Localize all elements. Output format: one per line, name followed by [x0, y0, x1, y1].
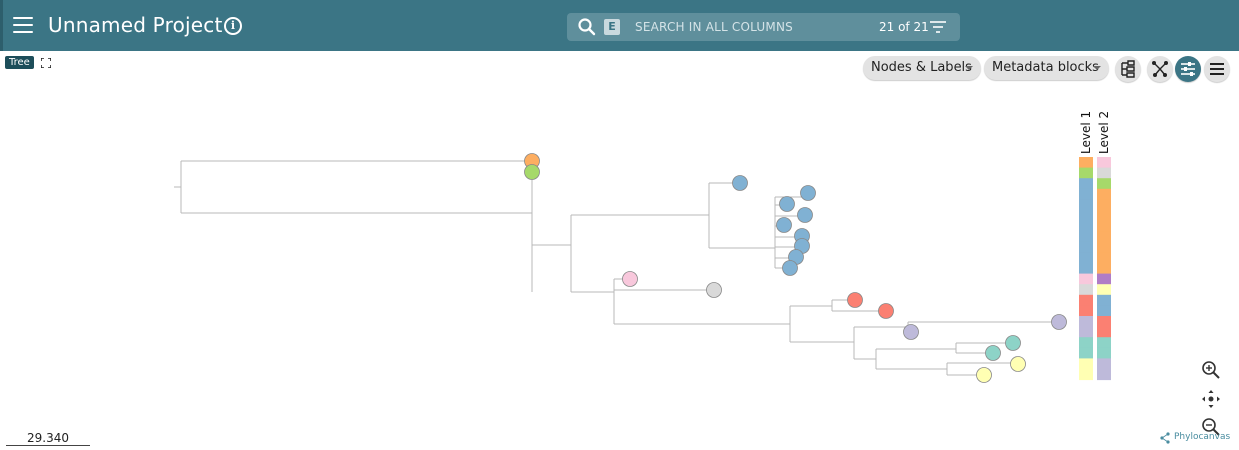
- metadata-block[interactable]: [1097, 337, 1111, 349]
- metadata-block[interactable]: [1097, 178, 1111, 190]
- metadata-block[interactable]: [1097, 157, 1111, 169]
- tree-leaf-node[interactable]: [524, 164, 540, 180]
- tree-leaf-node[interactable]: [903, 324, 919, 340]
- project-title[interactable]: Unnamed Project: [48, 13, 223, 37]
- column-type-badge: E: [604, 19, 620, 35]
- tree-leaf-node[interactable]: [706, 282, 722, 298]
- tree-leaf-node[interactable]: [776, 217, 792, 233]
- pan-icon[interactable]: [1199, 387, 1223, 411]
- metadata-block[interactable]: [1097, 199, 1111, 211]
- metadata-block[interactable]: [1097, 369, 1111, 381]
- tree-leaf-node[interactable]: [976, 367, 992, 383]
- metadata-block[interactable]: [1097, 167, 1111, 179]
- metadata-block[interactable]: [1097, 210, 1111, 222]
- metadata-block[interactable]: [1079, 294, 1093, 306]
- metadata-block[interactable]: [1079, 167, 1093, 179]
- metadata-block[interactable]: [1079, 358, 1093, 370]
- metadata-block[interactable]: [1079, 326, 1093, 338]
- info-icon[interactable]: i: [224, 17, 242, 35]
- metadata-block[interactable]: [1097, 220, 1111, 232]
- menu-icon[interactable]: [13, 17, 33, 33]
- metadata-block[interactable]: [1079, 252, 1093, 264]
- tree-leaf-node[interactable]: [1005, 335, 1021, 351]
- metadata-block[interactable]: [1079, 199, 1093, 211]
- metadata-block[interactable]: [1097, 252, 1111, 264]
- tree-leaf-node[interactable]: [800, 185, 816, 201]
- search-icon[interactable]: [577, 17, 597, 37]
- metadata-block[interactable]: [1079, 337, 1093, 349]
- metadata-column-header: Level 1: [1079, 111, 1093, 154]
- metadata-block[interactable]: [1097, 284, 1111, 296]
- metadata-block[interactable]: [1079, 157, 1093, 169]
- search-bar[interactable]: E 21 of 21: [567, 13, 960, 41]
- tree-leaf-node[interactable]: [1051, 314, 1067, 330]
- metadata-block[interactable]: [1079, 273, 1093, 285]
- metadata-block[interactable]: [1097, 273, 1111, 285]
- tree-leaf-node[interactable]: [878, 303, 894, 319]
- metadata-block[interactable]: [1097, 294, 1111, 306]
- metadata-block[interactable]: [1097, 358, 1111, 370]
- search-input[interactable]: [635, 18, 855, 36]
- zoom-in-icon[interactable]: [1199, 358, 1223, 382]
- metadata-block[interactable]: [1079, 231, 1093, 243]
- phylocanvas-logo-icon: [1160, 432, 1170, 444]
- tree-leaf-node[interactable]: [622, 271, 638, 287]
- metadata-block[interactable]: [1079, 178, 1093, 190]
- top-bar: Unnamed Project i E 21 of 21: [0, 0, 1239, 51]
- filter-icon[interactable]: [929, 20, 947, 34]
- tree-leaf-node[interactable]: [732, 175, 748, 191]
- zoom-controls: [1196, 356, 1226, 442]
- metadata-block[interactable]: [1097, 241, 1111, 253]
- metadata-block[interactable]: [1097, 188, 1111, 200]
- scale-value: 29.340: [27, 431, 69, 445]
- scale-bar: [6, 445, 90, 446]
- metadata-block[interactable]: [1079, 241, 1093, 253]
- metadata-block[interactable]: [1079, 284, 1093, 296]
- tree-leaf-node[interactable]: [1010, 356, 1026, 372]
- phylogenetic-tree[interactable]: Level 1 Level 2: [0, 51, 1239, 450]
- metadata-block[interactable]: [1079, 369, 1093, 381]
- metadata-block[interactable]: [1097, 231, 1111, 243]
- metadata-block[interactable]: [1079, 305, 1093, 317]
- metadata-block[interactable]: [1079, 188, 1093, 200]
- result-count: 21 of 21: [879, 20, 929, 34]
- metadata-block[interactable]: [1097, 326, 1111, 338]
- metadata-block[interactable]: [1097, 305, 1111, 317]
- tree-leaf-node[interactable]: [782, 260, 798, 276]
- metadata-block[interactable]: [1097, 316, 1111, 328]
- metadata-column-header: Level 2: [1097, 111, 1111, 154]
- brand-name: Phylocanvas: [1174, 432, 1231, 442]
- tree-leaf-node[interactable]: [985, 345, 1001, 361]
- metadata-block[interactable]: [1079, 210, 1093, 222]
- tree-leaf-node[interactable]: [779, 196, 795, 212]
- metadata-block[interactable]: [1097, 347, 1111, 359]
- metadata-block[interactable]: [1079, 263, 1093, 275]
- metadata-block[interactable]: [1097, 263, 1111, 275]
- metadata-block[interactable]: [1079, 220, 1093, 232]
- tree-leaf-node[interactable]: [847, 292, 863, 308]
- metadata-block[interactable]: [1079, 316, 1093, 328]
- tree-leaf-node[interactable]: [797, 207, 813, 223]
- metadata-block[interactable]: [1079, 347, 1093, 359]
